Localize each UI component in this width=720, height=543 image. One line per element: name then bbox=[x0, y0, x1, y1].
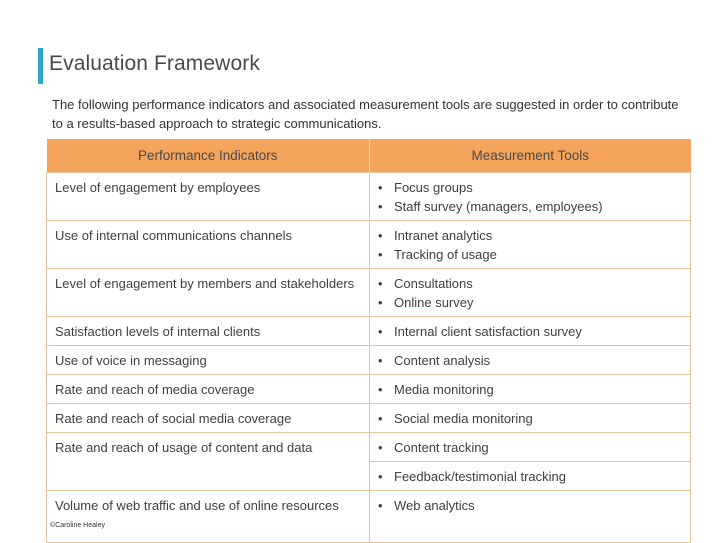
table-row: Use of internal communications channels •… bbox=[46, 220, 691, 269]
tool-label: Tracking of usage bbox=[394, 247, 497, 262]
header-performance-indicators: Performance Indicators bbox=[46, 139, 370, 173]
indicator-cell: Volume of web traffic and use of online … bbox=[46, 490, 370, 543]
bullet-icon: • bbox=[378, 228, 383, 243]
tool-label: Internal client satisfaction survey bbox=[394, 324, 582, 339]
tool-item: • Tracking of usage bbox=[378, 245, 682, 264]
tool-item: • Social media monitoring bbox=[378, 409, 682, 428]
indicator-cell: Satisfaction levels of internal clients bbox=[46, 316, 370, 346]
tool-label: Feedback/testimonial tracking bbox=[394, 469, 566, 484]
copyright-footer: ©Caroline Healey bbox=[50, 522, 105, 529]
table-row: Rate and reach of media coverage • Media m… bbox=[46, 374, 691, 404]
bullet-icon: • bbox=[378, 382, 383, 397]
tools-cell: • Content tracking bbox=[369, 432, 691, 462]
indicator-cell: Level of engagement by employees bbox=[46, 172, 370, 221]
tool-label: Social media monitoring bbox=[394, 411, 533, 426]
title-accent-bar bbox=[38, 48, 43, 84]
tools-cell: • Focus groups • Staff survey (managers, em… bbox=[369, 172, 691, 221]
indicator-cell: Rate and reach of social media coverage bbox=[46, 403, 370, 433]
table-row: Level of engagement by employees • Focus g… bbox=[46, 172, 691, 221]
bullet-icon: • bbox=[378, 353, 383, 368]
tool-item: • Staff survey (managers, employees) bbox=[378, 197, 682, 216]
bullet-icon: • bbox=[378, 498, 383, 513]
indicator-cell: Use of voice in messaging bbox=[46, 345, 370, 375]
bullet-icon: • bbox=[378, 276, 383, 291]
tool-item: • Media monitoring bbox=[378, 380, 682, 399]
bullet-icon: • bbox=[378, 411, 383, 426]
bullet-icon: • bbox=[378, 295, 383, 310]
table-row: Volume of web traffic and use of online … bbox=[46, 490, 691, 543]
tool-label: Web analytics bbox=[394, 498, 475, 513]
tool-label: Consultations bbox=[394, 276, 473, 291]
tools-cell: • Feedback/testimonial tracking bbox=[369, 461, 691, 491]
bullet-icon: • bbox=[378, 247, 383, 262]
tool-item: • Content analysis bbox=[378, 351, 682, 370]
table-row: Level of engagement by members and stake… bbox=[46, 268, 691, 317]
table-header-row: Performance Indicators Measurement Tools bbox=[46, 139, 691, 173]
bullet-icon: • bbox=[378, 469, 383, 484]
tools-cell: • Internal client satisfaction survey bbox=[369, 316, 691, 346]
bullet-icon: • bbox=[378, 440, 383, 455]
indicator-cell: Rate and reach of media coverage bbox=[46, 374, 370, 404]
header-measurement-tools: Measurement Tools bbox=[369, 139, 691, 173]
tool-item: • Consultations bbox=[378, 274, 682, 293]
tool-label: Content analysis bbox=[394, 353, 491, 368]
table-row: Rate and reach of usage of content and d… bbox=[46, 432, 691, 491]
tools-cell: • Web analytics bbox=[369, 490, 691, 543]
tools-cell: • Media monitoring bbox=[369, 374, 691, 404]
bullet-icon: • bbox=[378, 180, 383, 195]
table-row: Satisfaction levels of internal clients •… bbox=[46, 316, 691, 346]
table-row: Use of voice in messaging • Content analys… bbox=[46, 345, 691, 375]
evaluation-table: Performance Indicators Measurement Tools… bbox=[46, 139, 691, 543]
tool-label: Focus groups bbox=[394, 180, 473, 195]
bullet-icon: • bbox=[378, 199, 383, 214]
indicator-cell: Use of internal communications channels bbox=[46, 220, 370, 269]
tool-label: Intranet analytics bbox=[394, 228, 493, 243]
table-row: Rate and reach of social media coverage •… bbox=[46, 403, 691, 433]
tools-cell: • Intranet analytics • Tracking of usage bbox=[369, 220, 691, 269]
bullet-icon: • bbox=[378, 324, 383, 339]
tool-item: • Intranet analytics bbox=[378, 226, 682, 245]
tool-item: • Focus groups bbox=[378, 178, 682, 197]
tool-item: • Content tracking bbox=[378, 438, 682, 457]
indicator-cell: Rate and reach of usage of content and d… bbox=[46, 432, 370, 491]
indicator-cell: Level of engagement by members and stake… bbox=[46, 268, 370, 317]
tool-item: • Feedback/testimonial tracking bbox=[378, 467, 682, 486]
intro-paragraph: The following performance indicators and… bbox=[52, 97, 679, 131]
tools-cell: • Social media monitoring bbox=[369, 403, 691, 433]
tool-label: Staff survey (managers, employees) bbox=[394, 199, 603, 214]
tool-item: • Online survey bbox=[378, 293, 682, 312]
tool-item: • Web analytics bbox=[378, 496, 682, 515]
tool-label: Media monitoring bbox=[394, 382, 494, 397]
tool-item: • Internal client satisfaction survey bbox=[378, 322, 682, 341]
tools-cell: • Content analysis bbox=[369, 345, 691, 375]
page-title: Evaluation Framework bbox=[49, 52, 260, 75]
tools-cell: • Consultations • Online survey bbox=[369, 268, 691, 317]
tool-label: Online survey bbox=[394, 295, 474, 310]
tool-label: Content tracking bbox=[394, 440, 489, 455]
